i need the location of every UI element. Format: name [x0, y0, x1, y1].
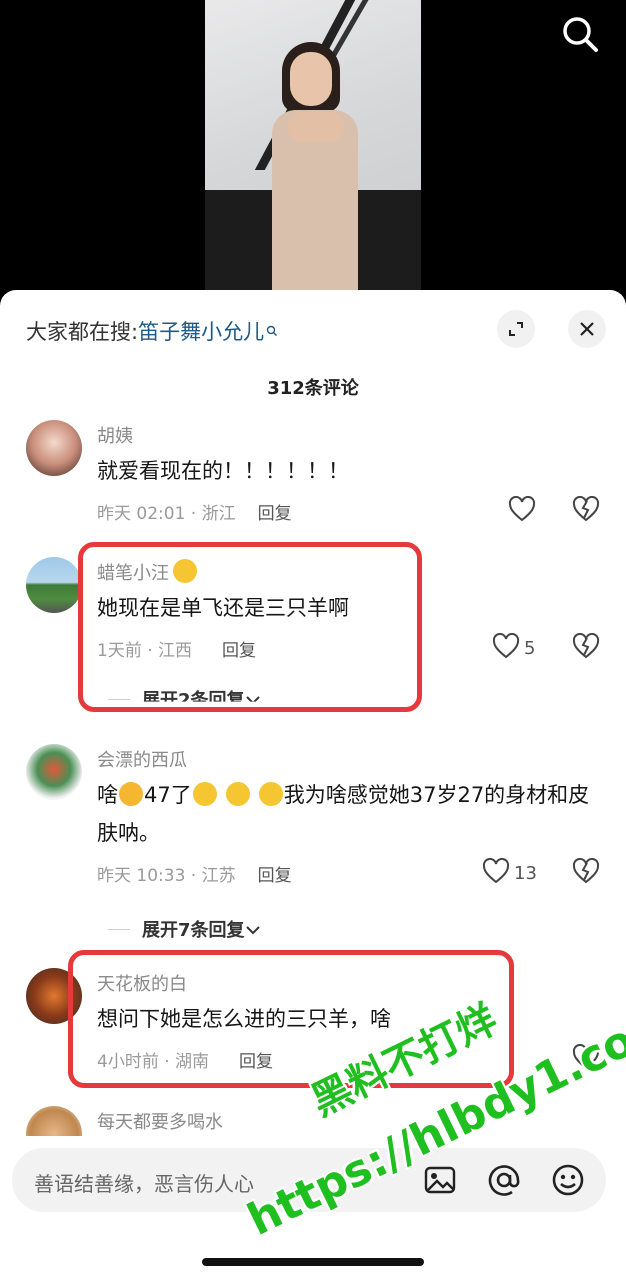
comment-username[interactable]: 每天都要多喝水 [97, 1108, 223, 1134]
avatar[interactable] [26, 744, 82, 800]
emoji-icon[interactable] [548, 1160, 588, 1200]
comment-text: 就爱看现在的！！！！！！ [97, 459, 349, 483]
emoji-icon [258, 782, 283, 806]
comment-input[interactable]: 善语结善缘，恶言伤人心 [34, 1168, 254, 1197]
comment-text: 啥 47了 我为啥感觉她37岁27的身材和皮肤呐。 [97, 782, 590, 845]
comment-meta: 昨天 10:33 · 江苏 回复 [97, 861, 292, 886]
search-icon[interactable] [558, 12, 602, 56]
hot-search[interactable]: 大家都在搜:笛子舞小允儿 [26, 316, 278, 346]
avatar[interactable] [26, 420, 82, 476]
like-count: 5 [524, 638, 536, 659]
video-player[interactable] [0, 0, 626, 300]
emoji-icon [225, 782, 250, 806]
comment-count: 312条评论 [267, 378, 359, 399]
expand-replies-button[interactable]: 展开7条回复 [108, 916, 261, 942]
like-button[interactable] [508, 495, 536, 527]
comment-sheet: 大家都在搜:笛子舞小允儿 312条评论 胡姨 就爱看现在的！！！！！！ 昨天 0… [0, 290, 626, 1280]
comment-time-location: 昨天 10:33 · 江苏 [97, 866, 236, 886]
like-button[interactable]: 13 [482, 857, 537, 889]
highlight-box [78, 542, 422, 712]
close-icon[interactable] [568, 310, 606, 348]
comment-meta: 昨天 02:01 · 浙江 回复 [97, 499, 292, 524]
heart-icon [508, 495, 536, 527]
comment-username[interactable]: 胡姨 [97, 422, 133, 448]
dislike-icon[interactable] [572, 632, 600, 663]
video-frame [205, 0, 421, 300]
like-count: 13 [514, 863, 537, 884]
video-person [260, 40, 370, 300]
hot-search-keyword[interactable]: 笛子舞小允儿 [138, 320, 264, 344]
heart-icon [482, 857, 510, 889]
expand-icon[interactable] [497, 310, 535, 348]
at-icon[interactable] [484, 1160, 524, 1200]
like-button[interactable]: 5 [492, 632, 536, 664]
dislike-icon[interactable] [572, 495, 600, 526]
comment-username[interactable]: 会漂的西瓜 [97, 746, 187, 772]
reply-button[interactable]: 回复 [258, 504, 292, 524]
avatar[interactable] [26, 557, 82, 613]
reply-button[interactable]: 回复 [258, 866, 292, 886]
dislike-icon[interactable] [572, 857, 600, 888]
home-indicator [202, 1258, 424, 1266]
emoji-icon [192, 782, 217, 806]
comment-time-location: 昨天 02:01 · 浙江 [97, 504, 236, 524]
small-search-icon [266, 318, 278, 342]
chevron-down-icon [245, 919, 261, 940]
heart-icon [492, 632, 520, 664]
emoji-icon [119, 782, 143, 806]
hot-search-label: 大家都在搜: [26, 320, 139, 344]
